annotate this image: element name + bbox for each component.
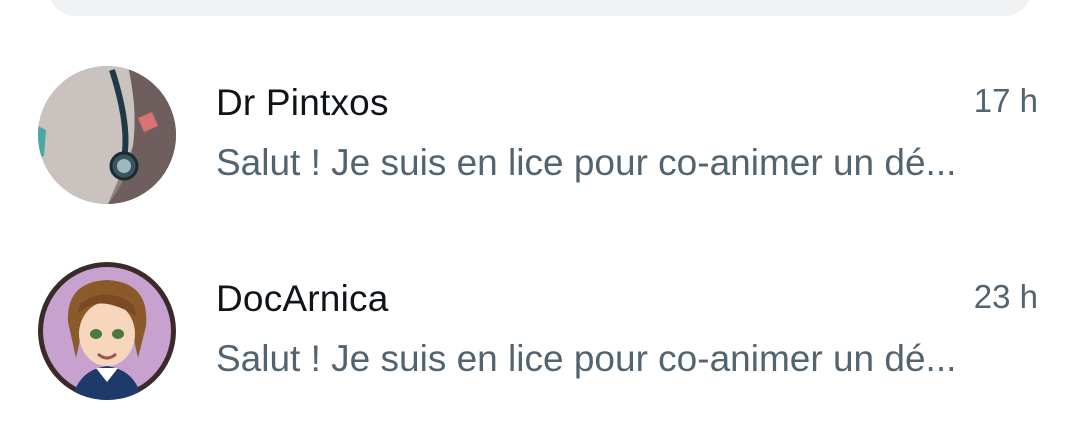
conversation-preview: Salut ! Je suis en lice pour co-animer u…	[216, 338, 957, 379]
conversation-time: 23 h	[973, 278, 1038, 315]
conversation-name: Dr Pintxos	[216, 82, 389, 123]
avatar-stethoscope-image	[38, 66, 176, 204]
avatar[interactable]	[38, 66, 176, 204]
conversation-time: 17 h	[973, 82, 1038, 119]
conversation-name: DocArnica	[216, 278, 389, 319]
messages-page: Dr Pintxos 17 h Salut ! Je suis en lice …	[0, 0, 1080, 447]
avatar[interactable]	[38, 262, 176, 400]
search-bar[interactable]	[48, 0, 1032, 16]
conversation-preview: Salut ! Je suis en lice pour co-animer u…	[216, 142, 957, 183]
conversation-item[interactable]: DocArnica 23 h Salut ! Je suis en lice p…	[0, 246, 1080, 416]
conversation-item[interactable]: Dr Pintxos 17 h Salut ! Je suis en lice …	[0, 50, 1080, 220]
avatar-cartoon-image	[38, 262, 176, 400]
